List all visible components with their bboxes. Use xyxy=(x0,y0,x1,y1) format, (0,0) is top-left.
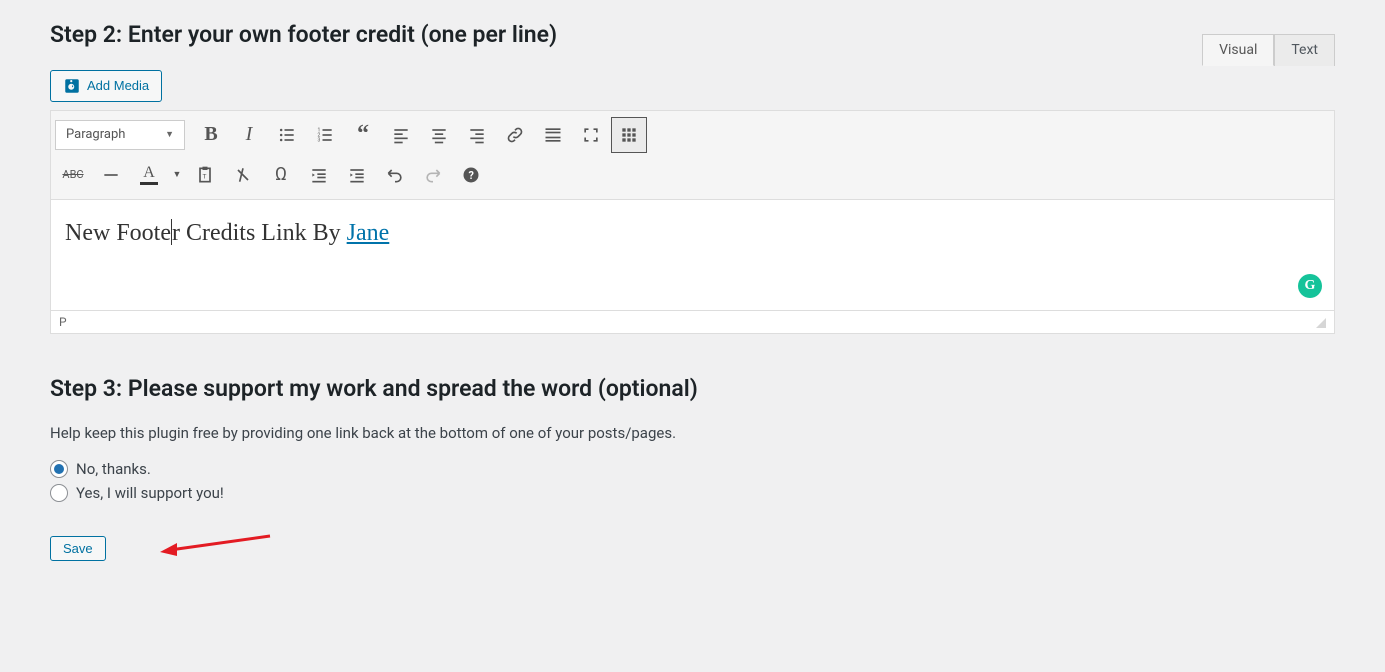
radio-no-row[interactable]: No, thanks. xyxy=(50,460,1335,478)
numbered-list-button[interactable]: 123 xyxy=(307,117,343,153)
step2-heading: Step 2: Enter your own footer credit (on… xyxy=(50,20,1335,50)
outdent-button[interactable] xyxy=(301,157,337,193)
text-cursor xyxy=(171,219,172,245)
link-button[interactable] xyxy=(497,117,533,153)
resize-handle[interactable] xyxy=(1310,316,1326,328)
element-path: P xyxy=(59,315,67,329)
add-media-label: Add Media xyxy=(87,78,149,93)
readmore-button[interactable] xyxy=(535,117,571,153)
tab-visual[interactable]: Visual xyxy=(1202,34,1274,66)
help-button[interactable]: ? xyxy=(453,157,489,193)
arrow-annotation xyxy=(155,528,275,558)
strikethrough-button[interactable]: ABC xyxy=(55,157,91,193)
align-center-button[interactable] xyxy=(421,117,457,153)
svg-text:3: 3 xyxy=(318,138,321,144)
align-left-button[interactable] xyxy=(383,117,419,153)
radio-yes[interactable] xyxy=(50,484,68,502)
toolbar-toggle-button[interactable] xyxy=(611,117,647,153)
undo-button[interactable] xyxy=(377,157,413,193)
indent-button[interactable] xyxy=(339,157,375,193)
redo-button[interactable] xyxy=(415,157,451,193)
grammarly-icon[interactable]: G xyxy=(1298,274,1322,298)
editor-status-bar: P xyxy=(51,310,1334,333)
editor-content-area[interactable]: New Footer Credits Link By Jane G xyxy=(51,200,1334,310)
save-button[interactable]: Save xyxy=(50,536,106,561)
bold-button[interactable]: B xyxy=(193,117,229,153)
editor-toolbar: Paragraph B I 123 “ ABC A ▼ T xyxy=(51,111,1334,200)
step3-heading: Step 3: Please support my work and sprea… xyxy=(50,374,1335,404)
text-color-dropdown[interactable]: ▼ xyxy=(169,157,185,193)
add-media-button[interactable]: Add Media xyxy=(50,70,162,102)
paste-text-button[interactable]: T xyxy=(187,157,223,193)
editor-text-part1: New Foote xyxy=(65,220,171,246)
special-char-button[interactable]: Ω xyxy=(263,157,299,193)
fullscreen-button[interactable] xyxy=(573,117,609,153)
blockquote-button[interactable]: “ xyxy=(345,117,381,153)
bullet-list-button[interactable] xyxy=(269,117,305,153)
format-select[interactable]: Paragraph xyxy=(55,120,185,150)
svg-text:T: T xyxy=(203,172,207,180)
media-icon xyxy=(63,77,81,95)
help-text: Help keep this plugin free by providing … xyxy=(50,424,1335,442)
clear-formatting-button[interactable] xyxy=(225,157,261,193)
radio-yes-label: Yes, I will support you! xyxy=(76,484,224,502)
radio-no-label: No, thanks. xyxy=(76,460,151,478)
editor-container: Paragraph B I 123 “ ABC A ▼ T xyxy=(50,110,1335,334)
editor-link[interactable]: Jane xyxy=(347,220,390,246)
format-select-value: Paragraph xyxy=(66,127,125,142)
svg-text:?: ? xyxy=(469,169,474,182)
italic-button[interactable]: I xyxy=(231,117,267,153)
editor-tabs: Visual Text xyxy=(1202,34,1335,66)
tab-text[interactable]: Text xyxy=(1274,34,1335,66)
radio-no[interactable] xyxy=(50,460,68,478)
text-color-button[interactable]: A xyxy=(131,157,167,193)
align-right-button[interactable] xyxy=(459,117,495,153)
horizontal-rule-button[interactable] xyxy=(93,157,129,193)
editor-text-part2: r Credits Link By xyxy=(172,220,347,246)
radio-yes-row[interactable]: Yes, I will support you! xyxy=(50,484,1335,502)
